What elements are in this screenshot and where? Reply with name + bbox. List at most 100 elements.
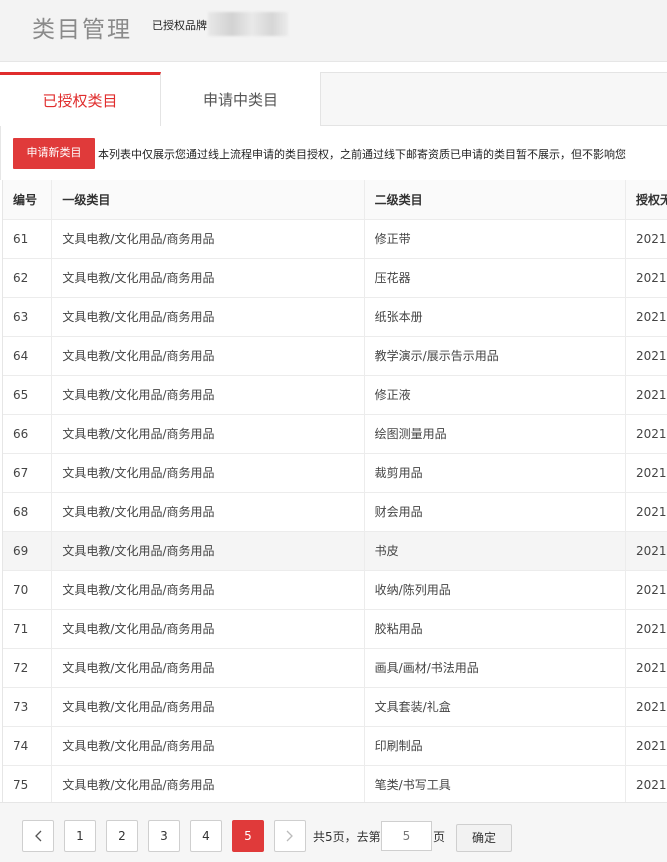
cell-level1: 文具电教/文化用品/商务用品 [51, 687, 365, 727]
cell-level1: 文具电教/文化用品/商务用品 [51, 648, 365, 688]
authorized-brand-label: 已授权品牌 [152, 19, 207, 32]
cell-auth-date: 2021- [625, 375, 667, 415]
table-row: 66文具电教/文化用品/商务用品绘图测量用品2021- [3, 414, 667, 454]
table-body: 61文具电教/文化用品/商务用品修正带2021-62文具电教/文化用品/商务用品… [3, 219, 667, 805]
cell-id: 68 [3, 492, 53, 532]
table-row: 71文具电教/文化用品/商务用品胶粘用品2021- [3, 609, 667, 649]
cell-auth-date: 2021- [625, 570, 667, 610]
notice-bar: 申请新类目 本列表中仅展示您通过线上流程申请的类目授权，之前通过线下邮寄资质已申… [0, 126, 667, 180]
cell-level1: 文具电教/文化用品/商务用品 [51, 297, 365, 337]
cell-id: 70 [3, 570, 53, 610]
table-row: 74文具电教/文化用品/商务用品印刷制品2021- [3, 726, 667, 766]
cell-level1: 文具电教/文化用品/商务用品 [51, 414, 365, 454]
page-jump-input[interactable] [381, 821, 432, 851]
cell-level2: 财会用品 [364, 492, 627, 532]
cell-id: 67 [3, 453, 53, 493]
cell-level2: 印刷制品 [364, 726, 627, 766]
cell-auth-date: 2021- [625, 765, 667, 805]
confirm-jump-button[interactable]: 确定 [456, 824, 512, 852]
cell-auth-date: 2021- [625, 726, 667, 766]
cell-level2: 文具套装/礼盒 [364, 687, 627, 727]
table-row: 72文具电教/文化用品/商务用品画具/画材/书法用品2021- [3, 648, 667, 688]
category-table: 编号 一级类目 二级类目 授权无 61文具电教/文化用品/商务用品修正带2021… [3, 180, 667, 805]
table-row: 63文具电教/文化用品/商务用品纸张本册2021- [3, 297, 667, 337]
table-row: 68文具电教/文化用品/商务用品财会用品2021- [3, 492, 667, 532]
category-table-container: 编号 一级类目 二级类目 授权无 61文具电教/文化用品/商务用品修正带2021… [2, 180, 667, 805]
page-title: 类目管理 [32, 17, 132, 43]
pagination: 1 2 3 4 5 共5页，去第 页 确定 [0, 802, 667, 862]
apply-new-category-button[interactable]: 申请新类目 [13, 138, 95, 169]
cell-level2: 修正液 [364, 375, 627, 415]
cell-level1: 文具电教/文化用品/商务用品 [51, 531, 365, 571]
page-button-5[interactable]: 5 [232, 820, 264, 852]
cell-level2: 压花器 [364, 258, 627, 298]
column-header-level2: 二级类目 [364, 180, 627, 220]
chevron-left-icon [35, 830, 42, 842]
total-pages-text: 共5页，去第 [313, 830, 381, 844]
table-row: 70文具电教/文化用品/商务用品收纳/陈列用品2021- [3, 570, 667, 610]
table-row: 69文具电教/文化用品/商务用品书皮2021- [3, 531, 667, 571]
cell-auth-date: 2021- [625, 492, 667, 532]
cell-level1: 文具电教/文化用品/商务用品 [51, 726, 365, 766]
cell-id: 72 [3, 648, 53, 688]
cell-auth-date: 2021- [625, 219, 667, 259]
cell-id: 62 [3, 258, 53, 298]
page-button-1[interactable]: 1 [64, 820, 96, 852]
cell-id: 66 [3, 414, 53, 454]
cell-id: 75 [3, 765, 53, 805]
cell-level2: 教学演示/展示告示用品 [364, 336, 627, 376]
column-header-id: 编号 [3, 180, 53, 220]
table-row: 65文具电教/文化用品/商务用品修正液2021- [3, 375, 667, 415]
cell-auth-date: 2021- [625, 414, 667, 454]
notice-text: 本列表中仅展示您通过线上流程申请的类目授权，之前通过线下邮寄资质已申请的类目暂不… [98, 148, 626, 161]
cell-level1: 文具电教/文化用品/商务用品 [51, 570, 365, 610]
table-row: 61文具电教/文化用品/商务用品修正带2021- [3, 219, 667, 259]
next-page-button[interactable] [274, 820, 306, 852]
cell-id: 71 [3, 609, 53, 649]
cell-id: 63 [3, 297, 53, 337]
cell-id: 73 [3, 687, 53, 727]
table-row: 67文具电教/文化用品/商务用品裁剪用品2021- [3, 453, 667, 493]
cell-level2: 纸张本册 [364, 297, 627, 337]
cell-level1: 文具电教/文化用品/商务用品 [51, 375, 365, 415]
cell-level1: 文具电教/文化用品/商务用品 [51, 492, 365, 532]
table-row: 62文具电教/文化用品/商务用品压花器2021- [3, 258, 667, 298]
cell-level2: 书皮 [364, 531, 627, 571]
cell-id: 69 [3, 531, 53, 571]
cell-id: 64 [3, 336, 53, 376]
cell-level2: 修正带 [364, 219, 627, 259]
page-suffix-text: 页 [433, 830, 446, 844]
cell-auth-date: 2021- [625, 297, 667, 337]
cell-level1: 文具电教/文化用品/商务用品 [51, 765, 365, 805]
cell-auth-date: 2021- [625, 336, 667, 376]
cell-level2: 笔类/书写工具 [364, 765, 627, 805]
cell-auth-date: 2021- [625, 531, 667, 571]
cell-level2: 绘图测量用品 [364, 414, 627, 454]
cell-level1: 文具电教/文化用品/商务用品 [51, 219, 365, 259]
cell-level2: 收纳/陈列用品 [364, 570, 627, 610]
blurred-brand-name [208, 12, 288, 36]
category-tabs: 已授权类目 申请中类目 [0, 72, 667, 128]
prev-page-button[interactable] [22, 820, 54, 852]
cell-auth-date: 2021- [625, 258, 667, 298]
cell-level2: 画具/画材/书法用品 [364, 648, 627, 688]
tab-pending-categories[interactable]: 申请中类目 [161, 72, 321, 127]
cell-auth-date: 2021- [625, 648, 667, 688]
cell-level2: 胶粘用品 [364, 609, 627, 649]
cell-id: 74 [3, 726, 53, 766]
table-row: 75文具电教/文化用品/商务用品笔类/书写工具2021- [3, 765, 667, 805]
page-button-3[interactable]: 3 [148, 820, 180, 852]
cell-level1: 文具电教/文化用品/商务用品 [51, 609, 365, 649]
cell-level2: 裁剪用品 [364, 453, 627, 493]
tab-authorized-categories[interactable]: 已授权类目 [0, 72, 161, 128]
cell-level1: 文具电教/文化用品/商务用品 [51, 258, 365, 298]
page-button-4[interactable]: 4 [190, 820, 222, 852]
cell-auth-date: 2021- [625, 609, 667, 649]
cell-id: 65 [3, 375, 53, 415]
page-button-2[interactable]: 2 [106, 820, 138, 852]
table-row: 73文具电教/文化用品/商务用品文具套装/礼盒2021- [3, 687, 667, 727]
table-header-row: 编号 一级类目 二级类目 授权无 [3, 180, 667, 220]
cell-level1: 文具电教/文化用品/商务用品 [51, 453, 365, 493]
column-header-level1: 一级类目 [51, 180, 365, 220]
page-header: 类目管理 已授权品牌 [0, 0, 667, 62]
